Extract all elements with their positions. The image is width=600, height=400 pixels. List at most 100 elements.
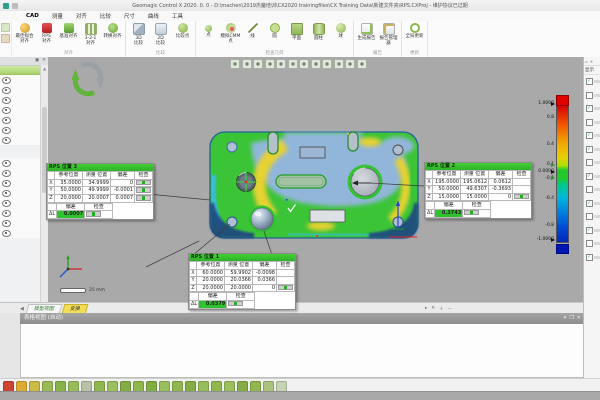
display-option-row[interactable] (584, 116, 600, 130)
table-view-header[interactable]: 表格视图 (自动) ▾❐✕ (20, 313, 584, 324)
toolbar-icon[interactable] (276, 381, 287, 392)
toolbar-icon[interactable] (16, 381, 27, 392)
display-option-row[interactable] (584, 89, 600, 103)
checkbox[interactable]: ✓ (586, 146, 593, 153)
rps-callout-2[interactable]: RPS 位置 1参考位置测量 位置偏差检查X60.000059.9902-0.0… (188, 253, 296, 310)
toolbar-icon[interactable] (133, 381, 144, 392)
checkbox[interactable]: ✓ (586, 105, 593, 112)
toolbar-icon[interactable] (211, 381, 222, 392)
scale-marker-icon[interactable] (551, 238, 555, 242)
menu-tab-尺寸[interactable]: 尺寸 (124, 12, 135, 20)
ribbon-button-transform-align[interactable]: 转换对齐 (102, 22, 123, 50)
ribbon-button-datum-align[interactable]: 基准对齐 (58, 22, 79, 50)
visibility-eye-icon[interactable] (2, 180, 11, 187)
visibility-eye-icon[interactable] (2, 210, 11, 217)
toolbar-icon[interactable] (198, 381, 209, 392)
visibility-eye-icon[interactable] (2, 127, 11, 134)
toolbar-icon[interactable] (263, 381, 274, 392)
visibility-eye-icon[interactable] (2, 137, 11, 144)
visibility-eye-icon[interactable] (2, 160, 11, 167)
display-option-row[interactable]: ✓ (584, 224, 600, 238)
toolbar-icon[interactable] (146, 381, 157, 392)
ribbon-button-point[interactable]: 点 (198, 22, 219, 50)
tab-window-button[interactable]: ▸ (425, 306, 427, 312)
display-option-row[interactable]: ✓ (584, 75, 600, 89)
visibility-eye-icon[interactable] (2, 97, 11, 104)
display-option-row[interactable] (584, 156, 600, 170)
display-option-row[interactable]: ✓ (584, 197, 600, 211)
toolbar-icon[interactable] (42, 381, 53, 392)
toolbar-icon[interactable] (250, 381, 261, 392)
checkbox[interactable] (586, 213, 593, 220)
ribbon-button-compare-points[interactable]: 比较点 (172, 22, 193, 50)
menu-tab-测量[interactable]: 测量 (52, 12, 63, 20)
display-option-row[interactable]: ✓ (584, 102, 600, 116)
ribbon-button-report-manager[interactable]: 报告管理器 (378, 22, 399, 50)
menu-tab-曲线[interactable]: 曲线 (148, 12, 159, 20)
ribbon-button-cmm-point[interactable]: 模拟CMM点 (220, 22, 241, 50)
toolbar-icon[interactable] (94, 381, 105, 392)
toolbar-icon[interactable] (107, 381, 118, 392)
visibility-eye-icon[interactable] (2, 230, 11, 237)
visibility-eye-icon[interactable] (2, 117, 11, 124)
rps-callout-1[interactable]: RPS 位置 3参考位置测量 位置偏差检查X35.000034.99990Y50… (46, 163, 154, 220)
checkbox[interactable] (586, 92, 593, 99)
toolbar-icon[interactable] (159, 381, 170, 392)
menu-tab-对齐[interactable]: 对齐 (76, 12, 87, 20)
scale-marker-icon[interactable] (551, 170, 555, 174)
display-option-row[interactable]: ✓ (584, 170, 600, 184)
table-view-body[interactable] (20, 324, 584, 378)
ribbon-button-sphere[interactable]: 球 (330, 22, 351, 50)
ribbon-button-cylinder[interactable]: 圆柱 (308, 22, 329, 50)
checkbox[interactable]: ✓ (586, 227, 593, 234)
tab-window-button[interactable]: － (448, 306, 453, 312)
checkbox[interactable] (586, 119, 593, 126)
display-option-row[interactable] (584, 237, 600, 251)
close-icon[interactable]: ✕ (590, 59, 593, 64)
toolbar-icon[interactable] (120, 381, 131, 392)
toolbar-icon[interactable] (68, 381, 79, 392)
rps-callout-3[interactable]: RPS 位置 2参考位置测量 位置偏差检查X195.0000195.06120.… (424, 162, 532, 219)
toolbar-icon[interactable] (81, 381, 92, 392)
toolbar-icon[interactable] (237, 381, 248, 392)
toolbar-icon[interactable] (29, 381, 40, 392)
ribbon-button-line[interactable]: 线 (242, 22, 263, 50)
clipped-ribbon-buttons[interactable] (0, 21, 12, 57)
ribbon-button-report-create[interactable]: 生成报告 (356, 22, 377, 50)
visibility-eye-icon[interactable] (2, 170, 11, 177)
checkbox[interactable]: ✓ (586, 254, 593, 261)
menu-tab-CAD[interactable]: CAD (26, 13, 39, 19)
tab-window-button[interactable]: ＋ (439, 306, 444, 312)
dock-icon[interactable]: ▫ (585, 59, 588, 64)
scroll-up-icon[interactable]: ▲ (41, 66, 48, 71)
ribbon-button-best-fit[interactable]: 最佳拟合对齐 (14, 22, 35, 50)
visibility-eye-icon[interactable] (2, 77, 11, 84)
visibility-eye-icon[interactable] (2, 107, 11, 114)
visibility-eye-icon[interactable] (2, 200, 11, 207)
checkbox[interactable]: ✓ (586, 200, 593, 207)
ribbon-button-plane[interactable]: 平面 (286, 22, 307, 50)
checkbox[interactable]: ✓ (586, 173, 593, 180)
scale-marker-icon[interactable] (551, 176, 555, 180)
display-option-row[interactable] (584, 183, 600, 197)
ribbon-button-global-update[interactable]: 全局更新 (404, 22, 425, 50)
toolbar-icon[interactable] (172, 381, 183, 392)
table-view-button[interactable]: ❐ (569, 313, 573, 324)
checkbox[interactable]: ✓ (586, 132, 593, 139)
checkbox[interactable] (586, 186, 593, 193)
checkbox[interactable]: ✓ (586, 78, 593, 85)
ribbon-button-compare-3d[interactable]: 3D 比较 (128, 22, 149, 50)
ribbon-button-rps-align[interactable]: RPS 对齐 (36, 22, 57, 50)
menu-tab-工具[interactable]: 工具 (172, 12, 183, 20)
display-option-row[interactable]: ✓ (584, 143, 600, 157)
checkbox[interactable] (586, 240, 593, 247)
pin-icon[interactable]: ▣ (34, 58, 40, 64)
visibility-eye-icon[interactable] (2, 220, 11, 227)
display-option-row[interactable]: ✓ (584, 129, 600, 143)
visibility-eye-icon[interactable] (2, 87, 11, 94)
tab-back-icon[interactable]: ◀ (20, 306, 24, 312)
ribbon-button-circle[interactable]: 圆 (264, 22, 285, 50)
scale-marker-icon[interactable] (551, 102, 555, 106)
visibility-eye-icon[interactable] (2, 190, 11, 197)
scale-marker-icon[interactable] (551, 163, 555, 167)
